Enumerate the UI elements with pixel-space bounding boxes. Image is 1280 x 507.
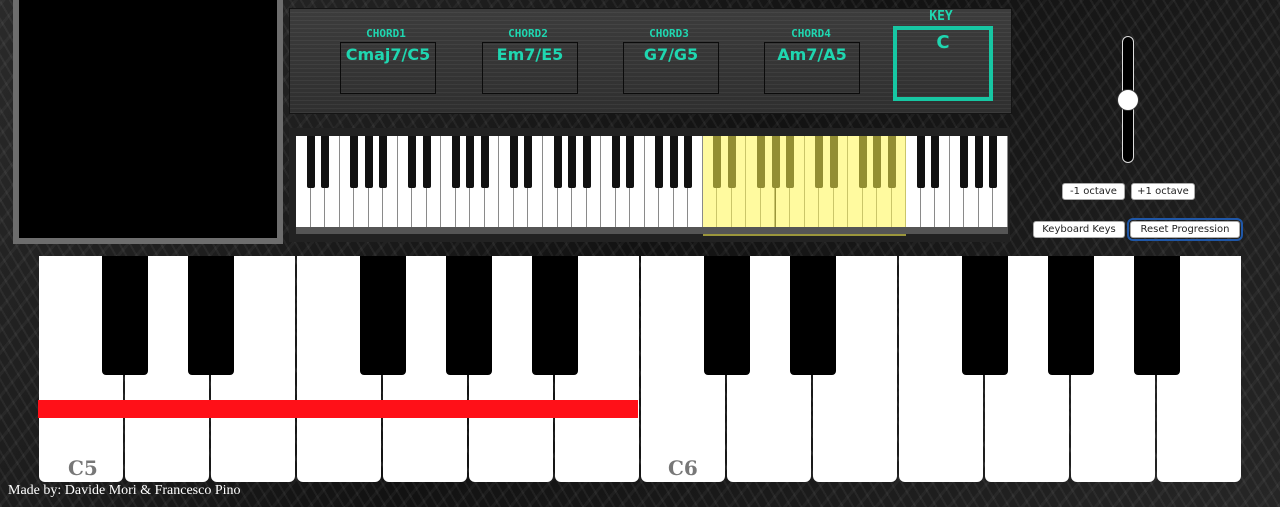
display-screen bbox=[13, 0, 283, 244]
black-key[interactable] bbox=[962, 256, 1008, 375]
chord4-name: Am7/A5 bbox=[777, 45, 847, 64]
mini-black-key[interactable] bbox=[974, 136, 983, 188]
mini-black-key[interactable] bbox=[466, 136, 475, 188]
chord4-label: CHORD4 bbox=[791, 27, 831, 40]
mini-black-key[interactable] bbox=[684, 136, 693, 188]
mini-black-key[interactable] bbox=[553, 136, 562, 188]
black-key[interactable] bbox=[188, 256, 234, 375]
black-key[interactable] bbox=[446, 256, 492, 375]
black-key[interactable] bbox=[1134, 256, 1180, 375]
main-keyboard bbox=[38, 256, 1242, 484]
active-chord-bar bbox=[38, 400, 638, 418]
mini-black-key[interactable] bbox=[408, 136, 417, 188]
mini-black-key[interactable] bbox=[582, 136, 591, 188]
chord2-label: CHORD2 bbox=[508, 27, 548, 40]
black-key[interactable] bbox=[704, 256, 750, 375]
black-key[interactable] bbox=[532, 256, 578, 375]
chord1-label: CHORD1 bbox=[366, 27, 406, 40]
octave-up-button[interactable]: +1 octave bbox=[1131, 183, 1195, 200]
mini-black-key[interactable] bbox=[524, 136, 533, 188]
mini-black-key[interactable] bbox=[931, 136, 940, 188]
mini-black-key[interactable] bbox=[989, 136, 998, 188]
black-key[interactable] bbox=[102, 256, 148, 375]
keyboard-keys-button[interactable]: Keyboard Keys bbox=[1033, 221, 1125, 238]
octave-label-c5: C5 bbox=[68, 456, 98, 480]
mini-black-key[interactable] bbox=[422, 136, 431, 188]
credits-text: Made by: Davide Mori & Francesco Pino bbox=[8, 483, 241, 498]
active-range-highlight bbox=[702, 136, 907, 236]
key-label: KEY bbox=[929, 9, 953, 24]
mini-keyboard-base bbox=[296, 227, 1008, 234]
mini-black-key[interactable] bbox=[669, 136, 678, 188]
mini-black-key[interactable] bbox=[960, 136, 969, 188]
mini-black-key[interactable] bbox=[306, 136, 315, 188]
mini-black-key[interactable] bbox=[350, 136, 359, 188]
chord2-name: Em7/E5 bbox=[496, 45, 564, 64]
mini-black-key[interactable] bbox=[509, 136, 518, 188]
mini-black-key[interactable] bbox=[364, 136, 373, 188]
black-key[interactable] bbox=[1048, 256, 1094, 375]
volume-slider-thumb[interactable] bbox=[1117, 88, 1139, 111]
octave-down-button[interactable]: -1 octave bbox=[1062, 183, 1125, 200]
mini-black-key[interactable] bbox=[321, 136, 330, 188]
black-key[interactable] bbox=[790, 256, 836, 375]
chord3-label: CHORD3 bbox=[649, 27, 689, 40]
mini-keys bbox=[296, 136, 1008, 236]
chord1-name: Cmaj7/C5 bbox=[345, 45, 431, 64]
black-key[interactable] bbox=[360, 256, 406, 375]
mini-black-key[interactable] bbox=[611, 136, 620, 188]
mini-black-key[interactable] bbox=[626, 136, 635, 188]
mini-black-key[interactable] bbox=[655, 136, 664, 188]
mini-black-key[interactable] bbox=[480, 136, 489, 188]
chord3-name: G7/G5 bbox=[643, 45, 699, 64]
key-value: C bbox=[936, 32, 950, 53]
mini-black-key[interactable] bbox=[916, 136, 925, 188]
mini-black-key[interactable] bbox=[568, 136, 577, 188]
mini-keyboard bbox=[289, 128, 1010, 242]
mini-black-key[interactable] bbox=[451, 136, 460, 188]
octave-label-c6: C6 bbox=[668, 456, 698, 480]
reset-progression-button[interactable]: Reset Progression bbox=[1127, 218, 1243, 241]
mini-black-key[interactable] bbox=[379, 136, 388, 188]
